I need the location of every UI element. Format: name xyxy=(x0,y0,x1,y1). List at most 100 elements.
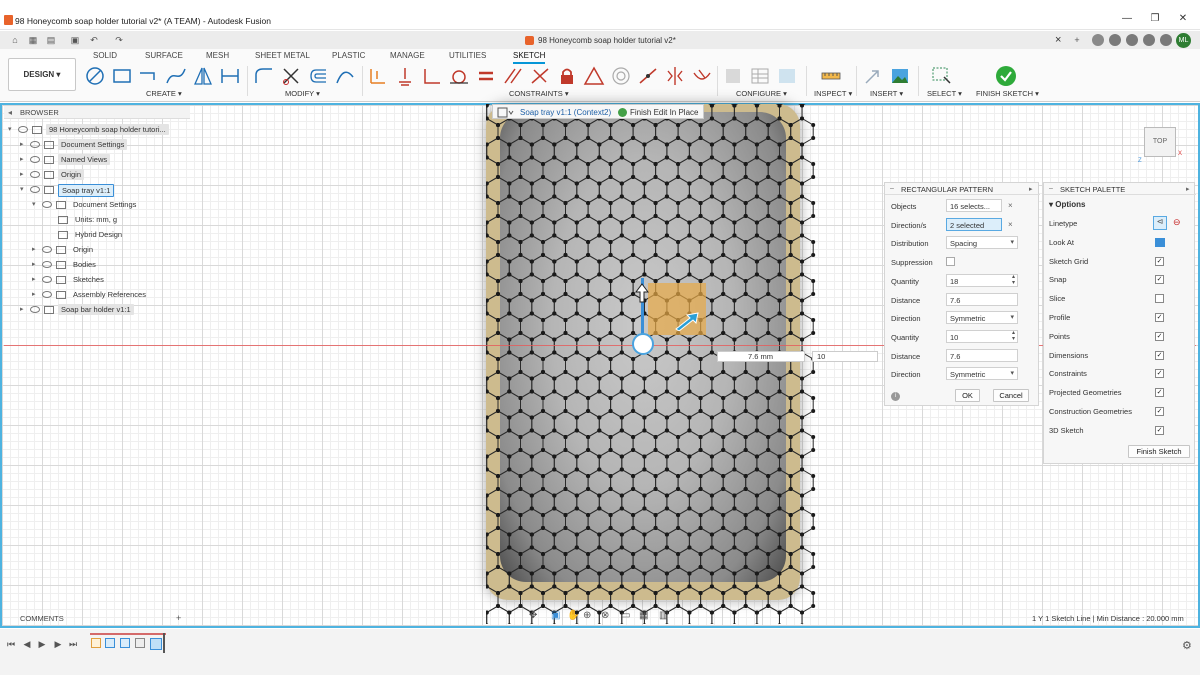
fillet-icon[interactable] xyxy=(253,65,275,87)
info-icon[interactable]: i xyxy=(891,392,900,401)
visibility-eye-icon[interactable] xyxy=(30,141,40,148)
cancel-button[interactable]: Cancel xyxy=(993,389,1029,402)
suppression-checkbox[interactable] xyxy=(946,257,955,267)
create-sketch-icon[interactable] xyxy=(84,65,106,87)
timeline-start-icon[interactable]: ⏮ xyxy=(6,639,16,649)
user-avatar[interactable]: ML xyxy=(1176,33,1191,48)
browser-item[interactable]: ▸ Origin xyxy=(4,243,190,256)
visibility-eye-icon[interactable] xyxy=(30,156,40,163)
spinner-icon[interactable]: ▴ ▾ xyxy=(1012,331,1015,342)
symmetry-icon[interactable] xyxy=(664,65,686,87)
coincident-icon[interactable] xyxy=(394,65,416,87)
browser-item[interactable]: ▾ Soap tray v1:1 xyxy=(4,183,190,197)
palette-option-checkbox[interactable]: ✓ xyxy=(1155,275,1164,285)
line-icon[interactable] xyxy=(138,65,160,87)
visibility-eye-icon[interactable] xyxy=(42,291,52,298)
configure-group-label[interactable]: CONFIGURE ▾ xyxy=(736,89,787,98)
document-tab[interactable]: 98 Honeycomb soap holder tutorial v2* × xyxy=(520,32,1080,49)
direction-diagonal-arrow-icon[interactable] xyxy=(674,311,700,331)
browser-item[interactable]: ▸ Bodies xyxy=(4,258,190,271)
palette-option-checkbox[interactable]: ✓ xyxy=(1155,425,1164,435)
close-tab-icon[interactable]: × xyxy=(1055,34,1061,46)
trim-icon[interactable] xyxy=(280,65,302,87)
workspace-selector[interactable]: DESIGN ▾ xyxy=(8,58,76,91)
pattern-row-input[interactable]: 2 selected xyxy=(946,217,1002,231)
palette-option-checkbox[interactable]: ✓ xyxy=(1155,388,1164,398)
dimension-icon[interactable] xyxy=(219,65,241,87)
finish-sketch-button[interactable]: Finish Sketch xyxy=(1128,445,1190,458)
expand-chevron-icon[interactable]: ▾ xyxy=(32,200,40,208)
distance-input-box[interactable]: 7.6 mm xyxy=(717,351,805,362)
expand-chevron-icon[interactable]: ▾ xyxy=(8,125,16,133)
tab-sheet-metal[interactable]: SHEET METAL xyxy=(255,51,310,60)
timeline-active-sketch-icon[interactable] xyxy=(150,638,162,650)
pattern-row-input[interactable]: 7.6 xyxy=(946,292,1018,306)
collapse-browser-icon[interactable]: ◂ xyxy=(8,108,12,117)
tab-surface[interactable]: SURFACE xyxy=(145,51,183,60)
browser-item[interactable]: ▸ Soap bar holder v1:1 xyxy=(4,303,190,316)
expand-chevron-icon[interactable]: ▸ xyxy=(32,245,40,253)
extensions-icon[interactable] xyxy=(1092,34,1104,46)
perpendicular-icon[interactable] xyxy=(421,65,443,87)
visibility-eye-icon[interactable] xyxy=(30,171,40,178)
measure-icon[interactable] xyxy=(820,65,842,87)
visibility-eye-icon[interactable] xyxy=(42,246,52,253)
collinear-icon[interactable] xyxy=(529,65,551,87)
select-icon[interactable] xyxy=(930,65,952,87)
expand-chevron-icon[interactable]: ▾ xyxy=(20,185,28,193)
rectangular-pattern-header[interactable]: – RECTANGULAR PATTERN ▸ xyxy=(885,183,1040,195)
configure-table-icon[interactable] xyxy=(749,65,771,87)
browser-item[interactable]: ▸ Origin xyxy=(4,168,190,181)
pattern-row-input[interactable]: Spacing ▾ xyxy=(946,236,1018,250)
undo-icon[interactable]: ↶ xyxy=(88,34,100,46)
create-group-label[interactable]: CREATE ▾ xyxy=(146,89,182,98)
browser-item[interactable]: ▸ Sketches xyxy=(4,273,190,286)
offset-icon[interactable] xyxy=(307,65,329,87)
browser-item[interactable]: Units: mm, g xyxy=(4,213,190,226)
browser-item[interactable]: ▸ Named Views xyxy=(4,153,190,166)
timeline-settings-gear-icon[interactable]: ⚙ xyxy=(1182,639,1192,652)
tab-manage[interactable]: MANAGE xyxy=(390,51,425,60)
direction-up-arrow-icon[interactable] xyxy=(635,283,649,303)
midpoint-icon[interactable] xyxy=(637,65,659,87)
palette-option-checkbox[interactable] xyxy=(1155,294,1164,304)
palette-option-checkbox[interactable]: ✓ xyxy=(1155,313,1164,322)
constraints-group-label[interactable]: CONSTRAINTS ▾ xyxy=(509,89,569,98)
timeline-component-feature-icon[interactable] xyxy=(135,638,145,648)
visibility-eye-icon[interactable] xyxy=(42,261,52,268)
pattern-row-input[interactable]: 18 ▴ ▾ xyxy=(946,273,1018,287)
browser-item[interactable]: ▸ Assembly References xyxy=(4,288,190,301)
dropdown-chevron-icon[interactable]: ▾ xyxy=(1010,313,1014,321)
horizontal-vertical-icon[interactable] xyxy=(367,65,389,87)
configure-image-icon[interactable] xyxy=(776,65,798,87)
visibility-eye-icon[interactable] xyxy=(18,126,28,133)
modify-group-label[interactable]: MODIFY ▾ xyxy=(285,89,320,98)
expand-chevron-icon[interactable]: ▸ xyxy=(32,290,40,298)
construction-linetype-icon[interactable]: ⊲ xyxy=(1153,216,1167,230)
redo-icon[interactable]: ↷ xyxy=(113,34,125,46)
finish-sketch-group-label[interactable]: FINISH SKETCH ▾ xyxy=(976,89,1039,98)
dropdown-chevron-icon[interactable]: ▾ xyxy=(1010,238,1014,246)
timeline-marker[interactable] xyxy=(163,633,165,653)
inspect-group-label[interactable]: INSPECT ▾ xyxy=(814,89,852,98)
component-context-icon[interactable] xyxy=(497,107,515,118)
dropdown-chevron-icon[interactable]: ▾ xyxy=(1010,369,1014,377)
job-status-icon[interactable] xyxy=(1109,34,1121,46)
expand-chevron-icon[interactable]: ▸ xyxy=(20,155,28,163)
visibility-eye-icon[interactable] xyxy=(42,276,52,283)
collapse-palette-icon[interactable]: – xyxy=(1049,185,1053,192)
pattern-origin-handle[interactable] xyxy=(632,333,654,355)
orbit-icon[interactable]: ✥ xyxy=(529,610,537,621)
quantity-input-box[interactable]: 10 xyxy=(812,351,878,362)
expand-chevron-icon[interactable]: ▸ xyxy=(32,260,40,268)
expand-chevron-icon[interactable]: ▸ xyxy=(20,140,28,148)
insert-image-icon[interactable] xyxy=(889,65,911,87)
save-icon[interactable]: ▣ xyxy=(69,34,81,46)
comments-panel[interactable]: COMMENTS + xyxy=(4,612,190,625)
notifications-icon[interactable] xyxy=(1143,34,1155,46)
options-section[interactable]: ▾ Options xyxy=(1049,200,1085,209)
timeline-extrude-feature-icon[interactable] xyxy=(105,638,115,648)
timeline-sketch-feature-icon[interactable] xyxy=(91,638,101,648)
tab-plastic[interactable]: PLASTIC xyxy=(332,51,365,60)
viewcube[interactable]: TOP xyxy=(1144,127,1176,157)
